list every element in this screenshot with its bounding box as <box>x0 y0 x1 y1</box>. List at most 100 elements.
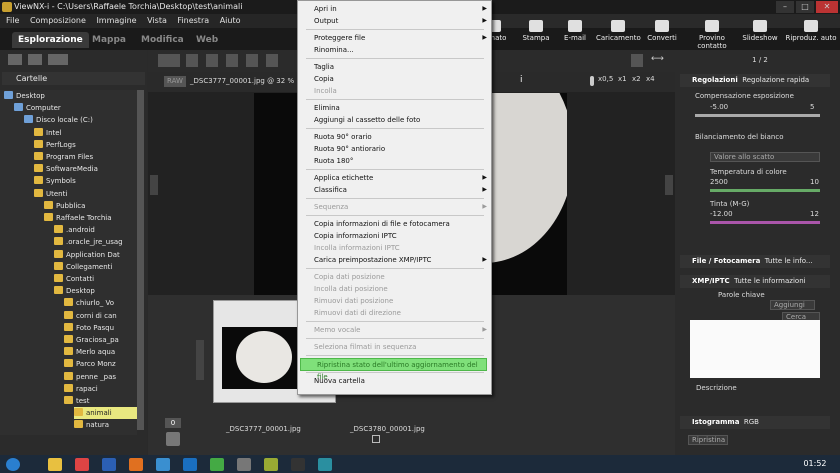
context-menu-item[interactable]: Proteggere file ▶ <box>298 32 491 44</box>
context-menu-item[interactable]: Nuova cartella <box>298 375 491 387</box>
firefox-icon[interactable] <box>129 458 143 471</box>
word-icon[interactable] <box>102 458 116 471</box>
exposure-slider[interactable] <box>695 114 820 117</box>
zoom-2[interactable]: x2 <box>632 75 641 83</box>
tool-converti[interactable]: Converti <box>640 20 684 42</box>
wb-dropdown[interactable]: Valore allo scatto <box>710 152 820 162</box>
tool-caricamento[interactable]: Caricamento <box>596 20 641 42</box>
tab-web[interactable]: Web <box>190 32 224 48</box>
info-icon[interactable]: i <box>520 75 523 85</box>
tool-slideshow[interactable]: Slideshow <box>738 20 782 42</box>
arrows-icon[interactable]: ⟷ <box>651 54 665 67</box>
tree-item[interactable]: .android <box>54 224 137 236</box>
context-menu-item[interactable]: Ruota 180° <box>298 155 491 167</box>
menu-immagine[interactable]: Immagine <box>96 16 136 25</box>
repaint-button[interactable]: Ripristina <box>688 435 728 445</box>
tree-item[interactable]: Graciosa_pa <box>64 334 137 346</box>
keywords-add[interactable]: Aggiungi <box>770 300 815 310</box>
menu-file[interactable]: File <box>6 16 19 25</box>
nx-icon[interactable] <box>291 458 305 471</box>
adjust-mode[interactable]: Regolazione rapida <box>742 76 809 84</box>
context-menu-item[interactable]: Output ▶ <box>298 15 491 27</box>
context-menu-item[interactable]: Applica etichette ▶ <box>298 172 491 184</box>
tree-item[interactable]: Symbols <box>34 175 137 187</box>
minimize-button[interactable]: – <box>776 1 794 13</box>
adjust-header[interactable]: Regolazioni Regolazione rapida <box>680 74 830 87</box>
tool-email[interactable]: E-mail <box>553 20 597 42</box>
context-menu-item[interactable]: Classifica ▶ <box>298 184 491 196</box>
layout-icon[interactable] <box>158 54 180 67</box>
zoom-1[interactable]: x1 <box>618 75 627 83</box>
temp-slider[interactable] <box>710 189 820 192</box>
file-header[interactable]: File / Fotocamera Tutte le info... <box>680 255 830 268</box>
file-mode[interactable]: Tutte le info... <box>765 257 813 265</box>
zoom-slider[interactable] <box>590 76 594 86</box>
menu-vista[interactable]: Vista <box>147 16 167 25</box>
menu-finestra[interactable]: Finestra <box>177 16 209 25</box>
zoom-4[interactable]: x4 <box>646 75 655 83</box>
tree-item[interactable]: Pubblica <box>44 200 137 212</box>
context-menu-item[interactable]: Aggiungi al cassetto delle foto <box>298 114 491 126</box>
tree-scrollbar[interactable] <box>137 90 144 430</box>
chrome-icon[interactable] <box>75 458 89 471</box>
tray-icon[interactable] <box>166 432 180 446</box>
tab-mappa[interactable]: Mappa <box>86 32 132 48</box>
context-menu-item[interactable]: Apri in ▶ <box>298 3 491 15</box>
ie-icon[interactable] <box>156 458 170 471</box>
rotate-right-icon[interactable] <box>226 54 238 67</box>
tree-item[interactable]: natura <box>74 419 137 431</box>
folder-icon[interactable] <box>8 54 22 65</box>
tab-modifica[interactable]: Modifica <box>135 32 190 48</box>
context-menu-item[interactable]: Rinomina... <box>298 44 491 56</box>
tree-item[interactable]: penne _pas <box>64 371 137 383</box>
tree-item[interactable]: Computer <box>14 102 137 114</box>
context-menu-item[interactable]: Carica preimpostazione XMP/IPTC ▶ <box>298 254 491 266</box>
tree-item[interactable]: Raffaele Torchia <box>44 212 137 224</box>
tree-item[interactable]: Contatti <box>54 273 137 285</box>
histogram-mode[interactable]: RGB <box>744 418 759 426</box>
folders-header[interactable]: Cartelle <box>2 72 145 85</box>
tree-item[interactable]: Foto Pasqu <box>64 322 137 334</box>
tree-item[interactable]: Merlo aqua <box>64 346 137 358</box>
keywords-list[interactable] <box>690 320 820 378</box>
xmp-header[interactable]: XMP/IPTC Tutte le informazioni <box>680 275 830 288</box>
context-menu-item[interactable]: Ruota 90° antiorario <box>298 143 491 155</box>
filmstrip-prev[interactable] <box>196 340 204 380</box>
tree-item[interactable]: Desktop <box>54 285 137 297</box>
viewer-prev-arrow[interactable] <box>150 175 158 195</box>
close-button[interactable]: ✕ <box>816 1 838 13</box>
histogram-header[interactable]: Istogramma RGB <box>680 416 830 429</box>
start-icon[interactable] <box>6 458 20 471</box>
options-icon[interactable] <box>48 54 68 65</box>
tool-provino[interactable]: Provino contatto <box>686 20 738 50</box>
tree-item[interactable]: chiurlo_ Vo <box>64 297 137 309</box>
tree-item[interactable]: .oracle_jre_usag <box>54 236 137 248</box>
tool-stampa[interactable]: Stampa <box>514 20 558 42</box>
viewer-next-arrow[interactable] <box>665 175 673 195</box>
tree-item[interactable]: Parco Monz <box>64 358 137 370</box>
context-menu-item[interactable]: Ripristina stato dell'ultimo aggiornamen… <box>300 358 487 381</box>
view-icon[interactable] <box>28 54 42 65</box>
tree-item[interactable]: Intel <box>34 127 137 139</box>
context-menu-item[interactable]: Elimina <box>298 102 491 114</box>
viewnx-icon[interactable] <box>210 458 224 471</box>
tab-esplorazione[interactable]: Esplorazione <box>12 32 89 48</box>
outlook-icon[interactable] <box>183 458 197 471</box>
tree-item[interactable]: corni di can <box>64 310 137 322</box>
tree-item[interactable]: rapaci <box>64 383 137 395</box>
tree-item[interactable]: PerfLogs <box>34 139 137 151</box>
trash-icon[interactable] <box>631 54 643 67</box>
tint-slider[interactable] <box>710 221 820 224</box>
viewnx-active-icon[interactable] <box>318 458 332 471</box>
maximize-button[interactable]: □ <box>796 1 814 13</box>
tree-item[interactable]: Collegamenti <box>54 261 137 273</box>
grid-icon[interactable] <box>186 54 198 67</box>
xmp-mode[interactable]: Tutte le informazioni <box>734 277 805 285</box>
tree-item[interactable]: test <box>64 395 137 407</box>
tree-item[interactable]: animali <box>74 407 137 420</box>
tree-item[interactable]: SoftwareMedia <box>34 163 137 175</box>
copy-icon[interactable] <box>266 54 278 67</box>
context-menu-item[interactable]: Copia informazioni di file e fotocamera <box>298 218 491 230</box>
tool-riproduz[interactable]: Riproduz. auto <box>784 20 838 42</box>
tree-item[interactable]: Utenti <box>34 188 137 200</box>
